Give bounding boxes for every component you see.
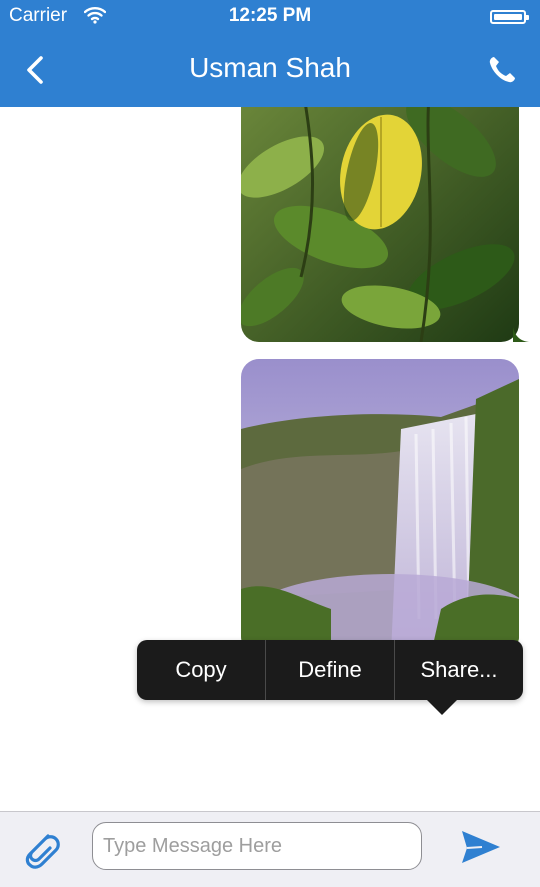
context-menu-arrow: [427, 700, 457, 715]
menu-item-share[interactable]: Share...: [394, 640, 523, 700]
nav-bar: Usman Shah: [0, 34, 540, 107]
battery-fill: [494, 14, 522, 20]
image-message-leaves[interactable]: [241, 107, 519, 342]
status-bar: Carrier 12:25 PM: [0, 0, 540, 34]
message-list[interactable]: [0, 107, 540, 811]
top-bar: Carrier 12:25 PM Usman Shah: [0, 0, 540, 107]
menu-item-copy[interactable]: Copy: [137, 640, 265, 700]
send-icon[interactable]: [458, 825, 504, 869]
waterfall-image: [241, 359, 519, 654]
chat-title: Usman Shah: [189, 52, 351, 83]
paperclip-icon[interactable]: [18, 826, 64, 872]
bubble-tail: [513, 327, 529, 342]
leaves-image: [241, 107, 519, 342]
message-input[interactable]: [92, 822, 422, 870]
context-menu: Copy Define Share...: [137, 640, 523, 700]
battery-icon: [490, 10, 529, 24]
composer-bar: [0, 811, 540, 887]
status-time: 12:25 PM: [228, 5, 312, 26]
menu-item-define[interactable]: Define: [265, 640, 394, 700]
phone-icon[interactable]: [486, 54, 518, 86]
image-message-waterfall[interactable]: [241, 359, 519, 654]
